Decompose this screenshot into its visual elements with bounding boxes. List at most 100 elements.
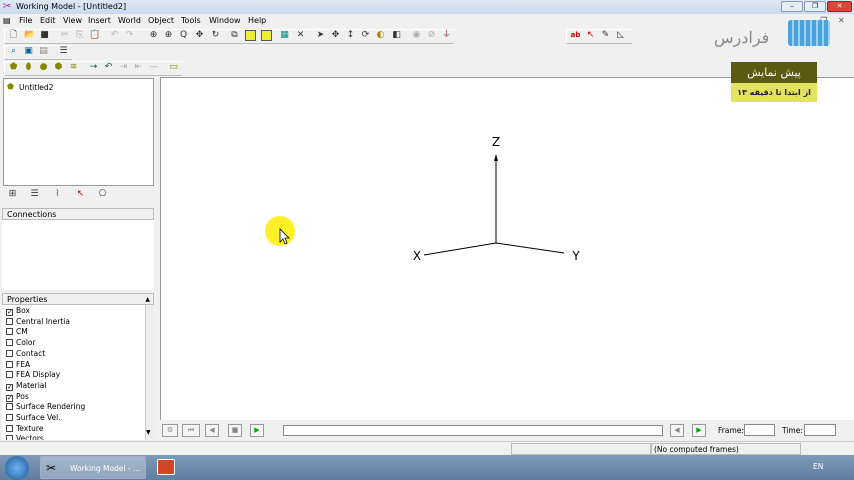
property-item[interactable]: Surface Rendering	[6, 402, 85, 412]
property-item[interactable]: Color	[6, 338, 36, 348]
menu-world[interactable]: World	[118, 16, 141, 25]
copy-icon[interactable]: ⎘	[74, 30, 85, 41]
properties-scrollbar[interactable]	[145, 305, 154, 440]
property-checkbox[interactable]	[6, 424, 13, 432]
text-icon[interactable]: ab	[570, 30, 581, 41]
property-checkbox[interactable]	[6, 360, 13, 368]
powerpoint-icon[interactable]	[157, 459, 175, 475]
save-icon[interactable]: ■	[39, 30, 50, 41]
stop-button[interactable]: ■	[228, 424, 242, 437]
tab-graph-icon[interactable]: ⌇	[52, 189, 63, 200]
join-icon[interactable]: ◧	[391, 30, 402, 41]
spring-icon[interactable]: ↶	[103, 62, 114, 73]
camera-view-icon[interactable]: ⌕	[8, 46, 19, 57]
tab-vector-icon[interactable]: ↖	[75, 189, 86, 200]
tab-list-icon[interactable]: ☰	[29, 189, 40, 200]
menu-file[interactable]: File	[19, 16, 32, 25]
redo-icon[interactable]: ↷	[124, 30, 135, 41]
workspace-canvas[interactable]: Z X Y	[160, 77, 854, 420]
menu-tools[interactable]: Tools	[181, 16, 201, 25]
sheet-icon[interactable]: ≋	[68, 62, 79, 73]
menu-window[interactable]: Window	[209, 16, 241, 25]
next-frame-button[interactable]: ▶	[692, 424, 706, 437]
pan-icon[interactable]: ✥	[194, 30, 205, 41]
doc-icon[interactable]: ▤	[3, 16, 11, 25]
property-item[interactable]: Central Inertia	[6, 317, 70, 327]
property-item[interactable]: ✓ Pos	[6, 392, 29, 402]
rewind-button[interactable]: ⏮	[182, 424, 200, 437]
frame-view-icon[interactable]: ▤	[38, 46, 49, 57]
time-input[interactable]	[804, 424, 836, 436]
scroll-up-icon[interactable]: ▲	[145, 294, 150, 305]
anchor-icon[interactable]: ◉	[411, 30, 422, 41]
frame-slider[interactable]	[283, 425, 663, 436]
property-item[interactable]: Vectors	[6, 434, 44, 440]
property-checkbox[interactable]	[6, 414, 13, 421]
grid-icon[interactable]: ▦	[279, 30, 290, 41]
minimize-button[interactable]: –	[781, 1, 803, 12]
cylinder-icon[interactable]: ⬮	[23, 62, 34, 73]
property-checkbox[interactable]	[6, 403, 13, 411]
property-item[interactable]: CM	[6, 327, 28, 337]
zoom-in-icon[interactable]: ⊕	[163, 30, 174, 41]
move-icon[interactable]: ✥	[330, 30, 341, 41]
menu-view[interactable]: View	[63, 16, 82, 25]
property-checkbox[interactable]	[6, 339, 13, 347]
rotate-icon[interactable]: ⟳	[360, 30, 371, 41]
restore-button[interactable]: ❐	[804, 1, 826, 12]
menu-edit[interactable]: Edit	[40, 16, 56, 25]
extrusion-icon[interactable]: ⬢	[53, 62, 64, 73]
property-item[interactable]: Contact	[6, 349, 45, 359]
start-button[interactable]	[5, 456, 29, 480]
sphere-icon[interactable]: ●	[38, 62, 49, 73]
property-item[interactable]: FEA Display	[6, 370, 60, 380]
property-item[interactable]: ✓ Box	[6, 306, 30, 316]
rotate-view-icon[interactable]: ↻	[210, 30, 221, 41]
undo-icon[interactable]: ↶	[109, 30, 120, 41]
prev-frame-button[interactable]: ◀	[670, 424, 684, 437]
tab-tree-icon[interactable]: ⊞	[7, 189, 18, 200]
ground-icon[interactable]: ⏚	[441, 30, 452, 41]
solid-view-icon[interactable]	[261, 30, 272, 41]
property-checkbox[interactable]	[6, 328, 13, 336]
close-button[interactable]: ✕	[827, 1, 852, 12]
zoom-fit-icon[interactable]: ⊕	[148, 30, 159, 41]
rod-icon[interactable]: —	[148, 62, 159, 73]
zoom-region-icon[interactable]: Q	[178, 30, 189, 41]
property-item[interactable]: Texture	[6, 424, 43, 434]
joint-icon[interactable]: →	[88, 62, 99, 73]
pencil-icon[interactable]: ✎	[600, 30, 611, 41]
step-back-button[interactable]: ◀	[205, 424, 219, 437]
taskbar-working-model[interactable]: ✂ Working Model - ...	[40, 456, 146, 479]
box-icon[interactable]: ⬟	[8, 62, 19, 73]
view-box-icon[interactable]: ⧉	[229, 30, 240, 41]
cut-icon[interactable]: ✂	[59, 30, 70, 41]
play-button[interactable]: ▶	[250, 424, 264, 437]
language-indicator[interactable]: EN	[813, 462, 823, 471]
open-icon[interactable]: 📂	[24, 30, 35, 41]
constraint-icon[interactable]: ⇥	[118, 62, 129, 73]
property-checkbox[interactable]: ✓	[6, 394, 13, 402]
run-button[interactable]: ⚙	[162, 424, 178, 437]
menu-help[interactable]: Help	[248, 16, 266, 25]
property-item[interactable]: Surface Vel.	[6, 413, 61, 423]
menu-object[interactable]: Object	[148, 16, 174, 25]
constraint2-icon[interactable]: ⇤	[133, 62, 144, 73]
property-item[interactable]: FEA	[6, 360, 30, 370]
actuator-icon[interactable]: ▭	[168, 62, 179, 73]
mdi-close-icon[interactable]: ✕	[838, 16, 845, 25]
property-checkbox[interactable]	[6, 371, 13, 379]
property-checkbox[interactable]: ✓	[6, 383, 13, 391]
property-checkbox[interactable]	[6, 349, 13, 357]
move-vertical-icon[interactable]: ↕	[345, 30, 356, 41]
property-checkbox[interactable]	[6, 435, 13, 440]
meter-icon[interactable]: ◺	[615, 30, 626, 41]
scroll-down-icon[interactable]: ▼	[146, 429, 151, 436]
new-icon[interactable]: 🗋	[8, 30, 19, 41]
split-icon[interactable]: ⊘	[426, 30, 437, 41]
menu-insert[interactable]: Insert	[88, 16, 111, 25]
list-icon[interactable]: ☰	[58, 46, 69, 57]
pointer-icon[interactable]: ➤	[315, 30, 326, 41]
paste-icon[interactable]: 📋	[89, 30, 100, 41]
tab-camera-icon[interactable]: ⎔	[97, 189, 108, 200]
